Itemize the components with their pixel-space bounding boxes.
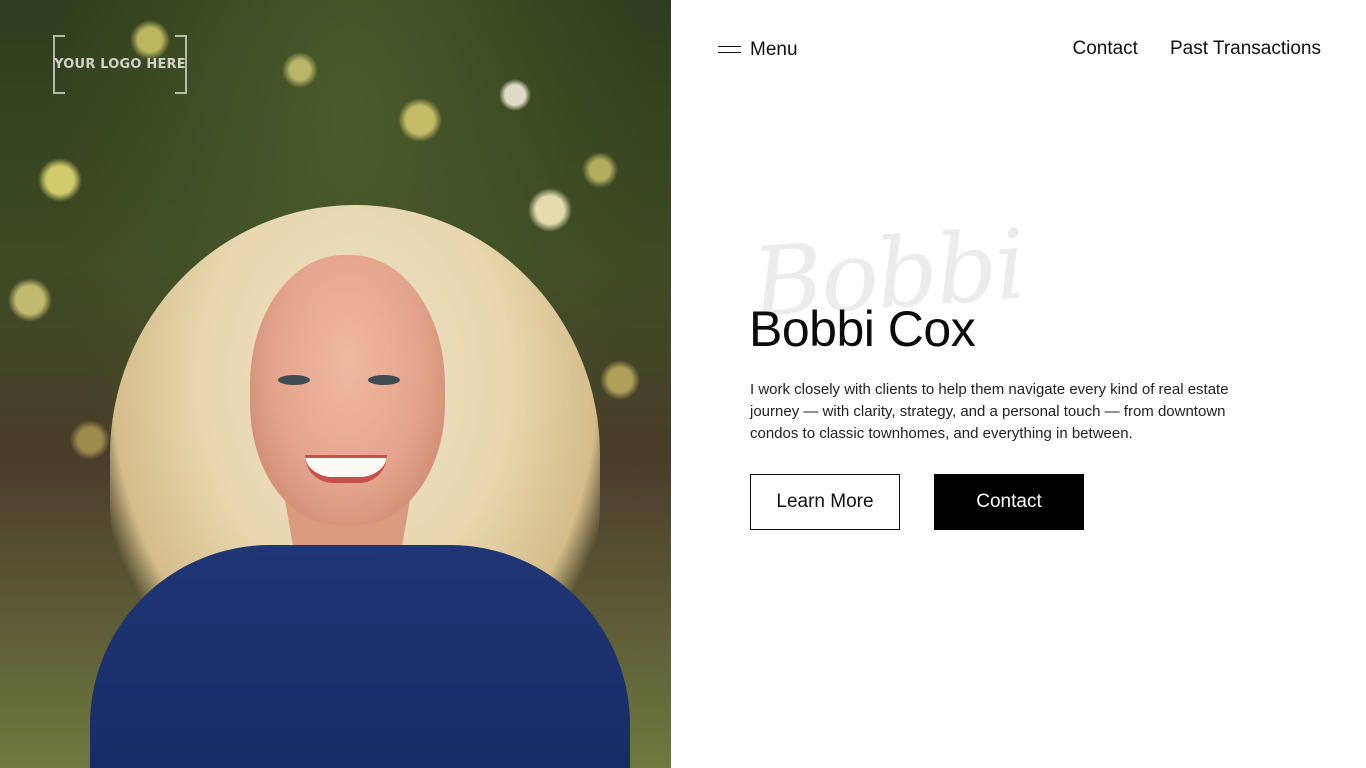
learn-more-button[interactable]: Learn More bbox=[750, 474, 900, 530]
nav-link-past-transactions[interactable]: Past Transactions bbox=[1170, 38, 1321, 60]
logo-bracket-left bbox=[53, 35, 65, 94]
logo-text: YOUR LOGO HERE bbox=[54, 57, 186, 72]
hamburger-icon bbox=[718, 45, 741, 55]
portrait-eye-right bbox=[368, 375, 400, 385]
portrait-eye-left bbox=[278, 375, 310, 385]
top-nav: Contact Past Transactions bbox=[1072, 38, 1321, 60]
agent-bio: I work closely with clients to help them… bbox=[750, 381, 1229, 442]
menu-label: Menu bbox=[750, 39, 798, 60]
agent-name: Bobbi Cox bbox=[749, 301, 976, 357]
nav-link-contact[interactable]: Contact bbox=[1072, 38, 1137, 60]
portrait-face bbox=[250, 255, 445, 525]
portrait-shirt bbox=[90, 545, 630, 768]
logo-bracket-right bbox=[175, 35, 187, 94]
site-logo[interactable]: YOUR LOGO HERE bbox=[53, 35, 187, 94]
contact-button[interactable]: Contact bbox=[934, 474, 1084, 530]
menu-button[interactable]: Menu bbox=[718, 38, 798, 62]
hero-photo: YOUR LOGO HERE bbox=[0, 0, 671, 768]
